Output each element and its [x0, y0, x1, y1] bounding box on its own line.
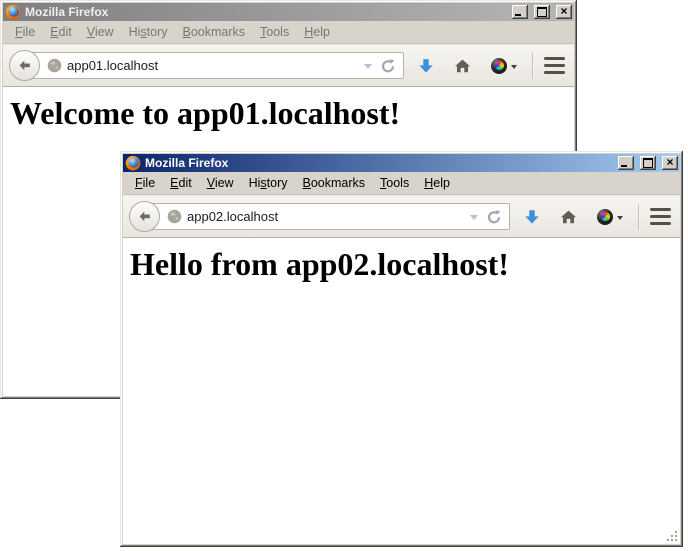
- back-icon: [17, 58, 32, 73]
- menu-item-file[interactable]: File: [7, 23, 42, 42]
- menu-item-edit[interactable]: Edit: [42, 23, 79, 42]
- download-button[interactable]: [418, 58, 434, 74]
- menu-item-bookmarks[interactable]: Bookmarks: [295, 174, 373, 193]
- menu-key: B: [303, 176, 311, 190]
- maximize-button[interactable]: [640, 156, 656, 170]
- close-icon: ×: [560, 6, 567, 16]
- menu-key: F: [15, 25, 23, 39]
- navigation-toolbar: app02.localhost: [123, 195, 680, 238]
- desktop: { "app": { "window_title": "Mozilla Fire…: [0, 0, 688, 551]
- minimize-icon: [621, 165, 627, 167]
- colorwheel-button[interactable]: [597, 209, 623, 225]
- menu-item-view[interactable]: View: [199, 174, 241, 193]
- resize-grip-icon[interactable]: [665, 529, 679, 543]
- home-icon: [560, 209, 577, 225]
- menu-item-view[interactable]: View: [79, 23, 121, 42]
- hamburger-icon: [650, 208, 671, 212]
- download-button[interactable]: [524, 209, 540, 225]
- caret-down-icon: [511, 65, 517, 69]
- firefox-icon: [5, 4, 21, 20]
- globe-icon: [47, 58, 62, 73]
- menu-key: H: [304, 25, 313, 39]
- menu-item-help[interactable]: Help: [296, 23, 337, 42]
- home-button[interactable]: [560, 209, 577, 225]
- menu-item-file[interactable]: File: [127, 174, 162, 193]
- menubar: File Edit View History Bookmarks Tools H…: [123, 172, 680, 195]
- minimize-button[interactable]: [512, 5, 528, 19]
- download-icon: [524, 209, 540, 225]
- colorwheel-button[interactable]: [491, 58, 517, 74]
- page-content: Hello from app02.localhost!: [123, 238, 680, 544]
- window-title: Mozilla Firefox: [145, 154, 612, 172]
- menu-button[interactable]: [543, 54, 566, 78]
- back-icon: [137, 209, 152, 224]
- titlebar[interactable]: Mozilla Firefox ×: [3, 3, 574, 21]
- menu-key: V: [207, 176, 215, 190]
- window-title: Mozilla Firefox: [25, 3, 506, 21]
- maximize-button[interactable]: [534, 5, 550, 19]
- firefox-icon: [125, 155, 141, 171]
- hamburger-icon: [544, 64, 565, 68]
- hamburger-icon: [650, 222, 671, 226]
- toolbar-separator: [532, 53, 533, 79]
- reload-icon[interactable]: [380, 58, 396, 74]
- titlebar[interactable]: Mozilla Firefox ×: [123, 154, 680, 172]
- menu-key: B: [183, 25, 191, 39]
- download-icon: [418, 58, 434, 74]
- menu-key: H: [424, 176, 433, 190]
- menu-item-history[interactable]: History: [241, 174, 295, 193]
- back-button[interactable]: [129, 201, 160, 232]
- hamburger-icon: [544, 71, 565, 75]
- minimize-icon: [515, 14, 521, 16]
- menu-item-edit[interactable]: Edit: [162, 174, 199, 193]
- page-heading: Welcome to app01.localhost!: [10, 95, 574, 132]
- menu-item-help[interactable]: Help: [416, 174, 457, 193]
- hamburger-icon: [650, 215, 671, 219]
- menu-key: F: [135, 176, 143, 190]
- menu-item-history[interactable]: History: [121, 23, 175, 42]
- home-button[interactable]: [454, 58, 471, 74]
- back-button[interactable]: [9, 50, 40, 81]
- url-text: app01.localhost: [67, 58, 360, 73]
- menu-key: E: [170, 176, 178, 190]
- menu-key: E: [50, 25, 58, 39]
- menu-key: V: [87, 25, 95, 39]
- minimize-button[interactable]: [618, 156, 634, 170]
- menu-item-tools[interactable]: Tools: [252, 23, 296, 42]
- close-button[interactable]: ×: [662, 156, 678, 170]
- url-text: app02.localhost: [187, 209, 466, 224]
- navigation-toolbar: app01.localhost: [3, 44, 574, 87]
- menu-item-bookmarks[interactable]: Bookmarks: [175, 23, 253, 42]
- reload-icon[interactable]: [486, 209, 502, 225]
- home-icon: [454, 58, 471, 74]
- url-dropdown-icon[interactable]: [364, 64, 372, 69]
- menubar: File Edit View History Bookmarks Tools H…: [3, 21, 574, 44]
- color-wheel-icon: [491, 58, 507, 74]
- maximize-icon: [643, 158, 653, 168]
- close-button[interactable]: ×: [556, 5, 572, 19]
- window-app02: Mozilla Firefox × File Edit View History…: [120, 151, 683, 547]
- hamburger-icon: [544, 57, 565, 61]
- url-bar[interactable]: app01.localhost: [25, 52, 404, 79]
- color-wheel-icon: [597, 209, 613, 225]
- maximize-icon: [537, 7, 547, 17]
- toolbar-separator: [638, 204, 639, 230]
- globe-icon: [167, 209, 182, 224]
- page-heading: Hello from app02.localhost!: [130, 246, 680, 283]
- caret-down-icon: [617, 216, 623, 220]
- url-bar[interactable]: app02.localhost: [145, 203, 510, 230]
- menu-item-tools[interactable]: Tools: [372, 174, 416, 193]
- menu-button[interactable]: [649, 205, 672, 229]
- url-dropdown-icon[interactable]: [470, 215, 478, 220]
- close-icon: ×: [666, 157, 673, 167]
